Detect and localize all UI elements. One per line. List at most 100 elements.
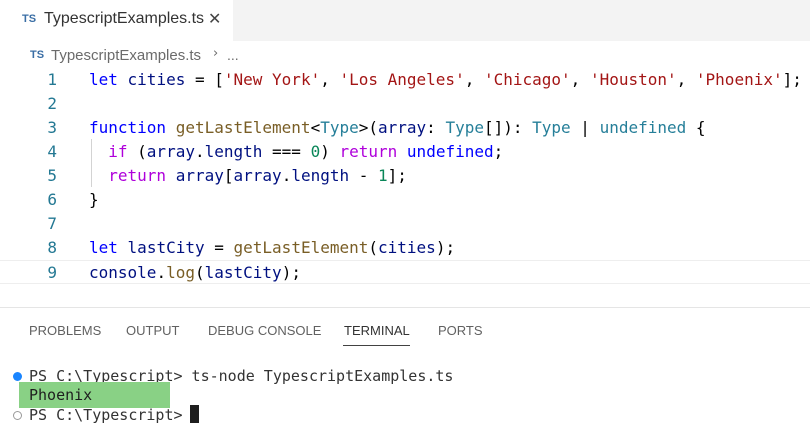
code-token: | — [570, 118, 600, 137]
code-token: getLastElement — [233, 238, 369, 257]
code-token: ); — [435, 238, 456, 257]
code-token: - — [349, 166, 379, 185]
code-token: . — [156, 263, 167, 282]
code-token: undefined — [406, 142, 494, 161]
terminal-prompt[interactable]: PS C:\Typescript> — [29, 405, 192, 425]
code-token: ( — [194, 263, 205, 282]
code-text: let lastCity = getLastElement(cities); — [89, 236, 455, 260]
code-line[interactable]: 3 function getLastElement<Type>(array: Ty… — [0, 116, 810, 140]
code-line[interactable]: 5 return array[array.length - 1]; — [0, 164, 810, 188]
code-line[interactable]: 2 — [0, 92, 810, 116]
code-token: ]; — [782, 70, 802, 89]
line-number: 8 — [47, 238, 57, 257]
code-token: } — [89, 190, 99, 209]
code-text: console.log(lastCity); — [89, 261, 301, 285]
code-token: ) — [320, 142, 340, 161]
code-token: length — [204, 142, 263, 161]
code-token: ]; — [387, 166, 407, 185]
tab-problems[interactable]: PROBLEMS — [29, 323, 101, 338]
code-token: log — [166, 263, 195, 282]
code-line[interactable]: 9 console.log(lastCity); — [0, 260, 810, 284]
code-editor[interactable]: 1 let cities = ['New York', 'Los Angeles'… — [0, 67, 810, 307]
bottom-panel: PROBLEMS OUTPUT DEBUG CONSOLE TERMINAL P… — [0, 307, 810, 442]
code-token: function — [89, 118, 167, 137]
code-token: 'Houston' — [589, 70, 677, 89]
line-number: 4 — [47, 142, 57, 161]
tab-debug-console[interactable]: DEBUG CONSOLE — [208, 323, 321, 338]
breadcrumb: TS TypescriptExamples.ts › ... — [0, 41, 810, 67]
line-number: 5 — [47, 166, 57, 185]
code-line[interactable]: 8 let lastCity = getLastElement(cities); — [0, 236, 810, 260]
code-text: let cities = ['New York', 'Los Angeles',… — [89, 68, 802, 92]
code-token: : — [426, 118, 446, 137]
close-icon[interactable]: ✕ — [208, 9, 221, 28]
code-token: , — [320, 70, 340, 89]
chevron-right-icon: › — [213, 46, 219, 61]
terminal-cursor — [190, 405, 199, 423]
code-token: Type — [445, 118, 484, 137]
code-token: []): — [483, 118, 533, 137]
active-tab-indicator — [343, 345, 410, 346]
code-text: } — [89, 188, 99, 212]
breadcrumb-more[interactable]: ... — [227, 47, 239, 63]
code-token: . — [194, 142, 205, 161]
code-token: === — [262, 142, 311, 161]
code-token: console — [89, 263, 157, 282]
line-number: 2 — [47, 94, 57, 113]
line-number: 7 — [47, 214, 57, 233]
breadcrumb-file[interactable]: TypescriptExamples.ts — [51, 47, 201, 64]
line-number: 1 — [47, 70, 57, 89]
terminal-output: Phoenix — [29, 386, 93, 404]
code-line[interactable]: 4 if (array.length === 0) return undefin… — [0, 140, 810, 164]
code-token: array — [378, 118, 427, 137]
command-pending-icon[interactable] — [13, 411, 22, 420]
code-token: array — [146, 142, 195, 161]
code-line[interactable]: 6} — [0, 188, 810, 212]
code-token: cities — [117, 70, 195, 89]
code-token: . — [281, 166, 292, 185]
code-token: 1 — [378, 166, 388, 185]
code-token: array — [233, 166, 282, 185]
code-token: , — [676, 70, 696, 89]
code-token: 'Chicago' — [483, 70, 571, 89]
typescript-file-icon: TS — [22, 13, 37, 25]
code-token: , — [570, 70, 590, 89]
code-token: undefined — [599, 118, 687, 137]
tab-terminal[interactable]: TERMINAL — [344, 323, 410, 338]
code-token: ( — [127, 142, 147, 161]
code-token: getLastElement — [175, 118, 311, 137]
code-token: array — [175, 166, 224, 185]
tab-label: TypescriptExamples.ts — [44, 10, 205, 27]
code-token: length — [291, 166, 350, 185]
code-token: return — [339, 142, 398, 161]
code-token: 'New York' — [223, 70, 321, 89]
tab-typescript-examples[interactable]: TS TypescriptExamples.ts ✕ — [0, 0, 233, 41]
code-token: if — [108, 142, 128, 161]
line-number: 3 — [47, 118, 57, 137]
code-text: return array[array.length - 1]; — [89, 164, 407, 188]
line-number: 6 — [47, 190, 57, 209]
tab-ports[interactable]: PORTS — [438, 323, 483, 338]
command-success-icon[interactable] — [13, 372, 22, 381]
code-text: if (array.length === 0) return undefined… — [89, 140, 503, 164]
code-token: cities — [378, 238, 436, 257]
line-number: 9 — [47, 263, 57, 282]
code-line[interactable]: 1 let cities = ['New York', 'Los Angeles'… — [0, 68, 810, 92]
code-token: return — [108, 166, 167, 185]
code-line[interactable]: 7 — [0, 212, 810, 236]
tab-output[interactable]: OUTPUT — [126, 323, 179, 338]
code-token: Type — [532, 118, 571, 137]
code-token: ); — [281, 263, 301, 282]
code-token: Type — [320, 118, 359, 137]
code-token: 0 — [310, 142, 321, 161]
code-token: let — [89, 238, 118, 257]
editor-tab-bar: TS TypescriptExamples.ts ✕ — [0, 0, 810, 41]
code-token: ( — [368, 238, 379, 257]
code-token: 'Phoenix' — [695, 70, 783, 89]
code-text: function getLastElement<Type>(array: Typ… — [89, 116, 706, 140]
code-token: lastCity — [204, 263, 282, 282]
